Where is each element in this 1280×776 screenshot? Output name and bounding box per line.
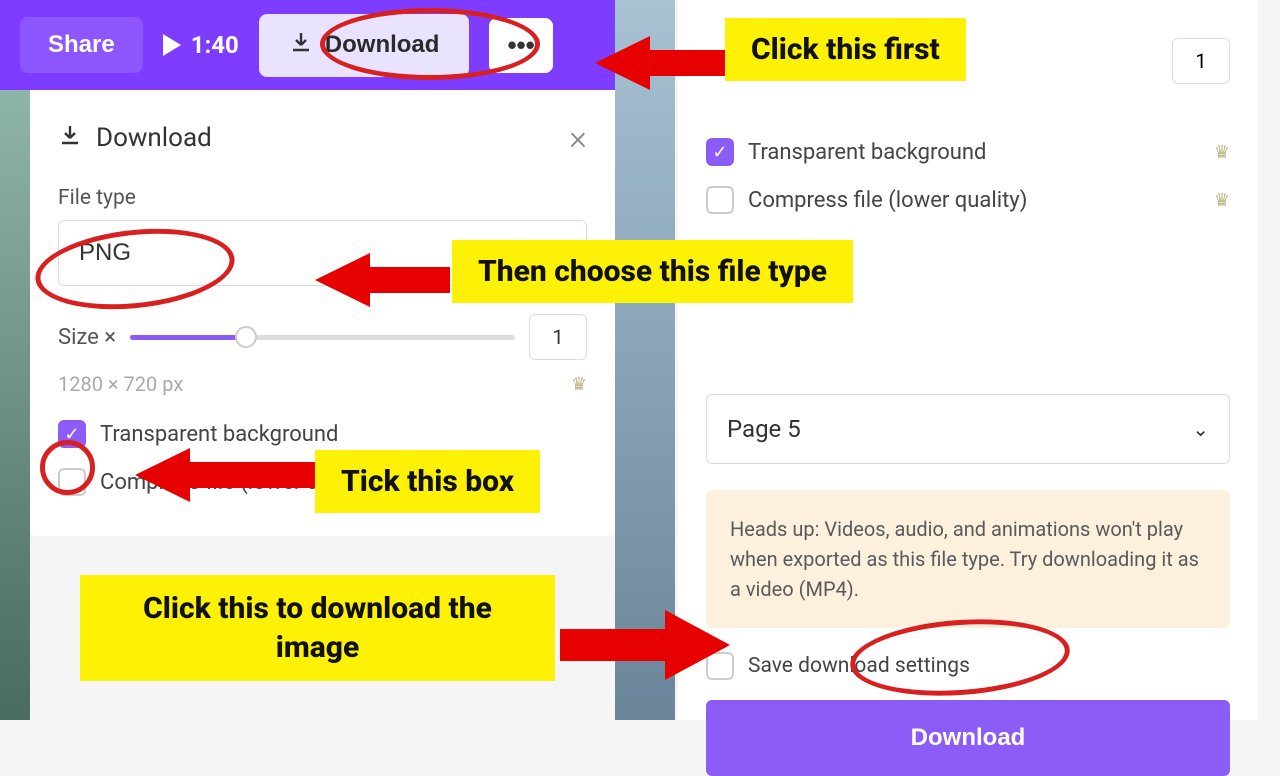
callout-file-type: Then choose this file type xyxy=(452,240,853,303)
play-time-text: 1:40 xyxy=(191,31,239,59)
play-icon xyxy=(163,34,181,56)
play-preview[interactable]: 1:40 xyxy=(163,31,239,59)
download-title-text: Download xyxy=(96,123,212,153)
callout-click-first: Click this first xyxy=(725,18,966,81)
download-panel-title: Download xyxy=(58,123,212,154)
download-icon xyxy=(58,123,82,154)
slider-thumb[interactable] xyxy=(235,326,257,348)
size-slider[interactable] xyxy=(130,335,515,340)
arrow-to-png xyxy=(315,245,450,315)
save-settings-row[interactable]: Save download settings xyxy=(706,652,1230,680)
transparent-label-right: Transparent background xyxy=(748,140,986,165)
download-top-button[interactable]: Download xyxy=(259,14,470,77)
more-button[interactable]: ••• xyxy=(489,18,552,73)
top-bar: Share 1:40 Download ••• xyxy=(0,0,615,90)
crown-icon: ♛ xyxy=(571,374,587,395)
download-top-label: Download xyxy=(325,31,440,59)
compress-row-right[interactable]: Compress file (lower quality) xyxy=(706,186,1027,214)
size-label: Size × xyxy=(58,325,116,350)
compress-checkbox-right[interactable] xyxy=(706,186,734,214)
download-icon xyxy=(289,30,313,61)
compress-label-right: Compress file (lower quality) xyxy=(748,188,1027,213)
arrow-to-download-top xyxy=(595,28,725,98)
close-icon[interactable]: × xyxy=(569,118,587,158)
save-settings-label: Save download settings xyxy=(748,654,970,678)
crown-icon: ♛ xyxy=(1214,190,1230,211)
size-value-input[interactable]: 1 xyxy=(529,314,587,360)
file-type-label: File type xyxy=(58,186,587,210)
transparent-checkbox-right[interactable]: ✓ xyxy=(706,138,734,166)
callout-tick-box: Tick this box xyxy=(315,450,540,513)
page-select[interactable]: Page 5 ⌄ xyxy=(706,394,1230,464)
chevron-down-icon: ⌄ xyxy=(1192,417,1209,441)
transparent-row-right[interactable]: ✓ Transparent background xyxy=(706,138,986,166)
arrow-to-checkbox xyxy=(135,440,315,510)
size-value-right[interactable]: 1 xyxy=(1172,38,1230,84)
transparent-checkbox[interactable]: ✓ xyxy=(58,420,86,448)
compress-checkbox[interactable] xyxy=(58,468,86,496)
warning-message: Heads up: Videos, audio, and animations … xyxy=(706,490,1230,628)
callout-download-image: Click this to download the image xyxy=(80,575,555,681)
crown-icon: ♛ xyxy=(1214,142,1230,163)
share-button[interactable]: Share xyxy=(20,17,143,73)
page-select-value: Page 5 xyxy=(727,415,801,443)
background-strip-left xyxy=(0,90,30,720)
right-download-panel: 1 ✓ Transparent background ♛ Compress fi… xyxy=(678,0,1258,720)
dimensions-text: 1280 × 720 px xyxy=(58,372,183,396)
download-button[interactable]: Download xyxy=(706,700,1230,776)
arrow-to-download-btn xyxy=(560,605,730,685)
